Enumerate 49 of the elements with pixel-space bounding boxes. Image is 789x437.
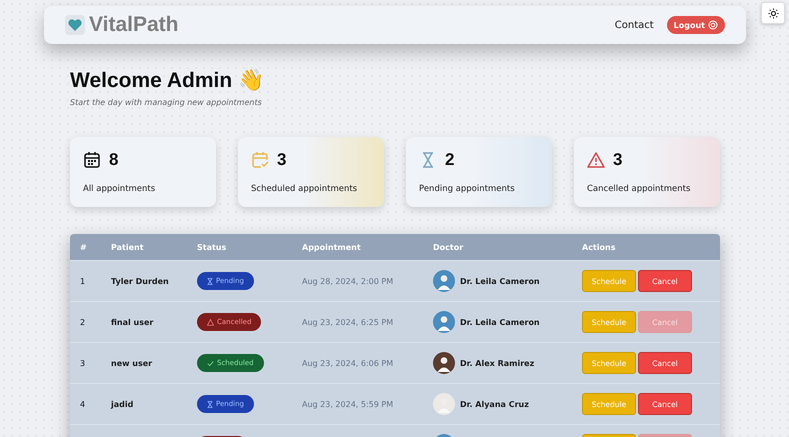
doctor-name: Dr. Leila Cameron	[460, 318, 540, 326]
appointment-time: Aug 23, 2024, 6:25 PM	[302, 318, 394, 326]
column-header: Actions	[581, 242, 616, 252]
theme-toggle-button[interactable]	[761, 2, 785, 24]
doctor-name: Dr. Leila Cameron	[460, 276, 540, 286]
doctor-name: Dr. Alyana Cruz	[460, 400, 529, 408]
welcome-subtitle: Start the day with managing new appointments	[70, 98, 263, 107]
stat-label: All appointments	[83, 184, 156, 194]
nav-link[interactable]: Contact	[614, 20, 654, 30]
doctor-name: Dr. Alex Ramirez	[460, 358, 534, 368]
column-header: Patient	[110, 242, 145, 252]
patient-name: final user	[111, 318, 154, 326]
appointment-time: Aug 23, 2024, 6:06 PM	[302, 358, 394, 368]
heart-logo-icon	[65, 15, 85, 35]
column-header: #	[79, 242, 88, 252]
doctor-avatar	[433, 393, 455, 415]
welcome-heading: Welcome Admin 👋	[70, 68, 266, 93]
warning-icon	[587, 151, 605, 169]
appointment-time: Aug 23, 2024, 5:59 PM	[302, 400, 394, 408]
calendar-check-icon	[251, 151, 269, 169]
check-icon	[207, 360, 214, 366]
column-header: Doctor	[432, 242, 464, 252]
stat-label: Scheduled appointments	[251, 184, 358, 194]
stat-count: 3	[613, 150, 622, 170]
row-number: 1	[80, 276, 86, 286]
patient-name: jadid	[111, 400, 134, 408]
doctor-avatar	[433, 270, 455, 292]
stat-count: 8	[109, 150, 118, 170]
patient-name: new user	[111, 358, 152, 368]
row-number: 3	[80, 358, 86, 368]
hourglass-icon	[207, 278, 213, 284]
doctor-avatar	[433, 352, 455, 374]
row-number: 2	[80, 318, 86, 326]
appointment-time: Aug 28, 2024, 2:00 PM	[302, 276, 394, 286]
stat-label: Pending appointments	[419, 184, 516, 194]
hourglass-icon	[207, 400, 213, 408]
stat-label: Cancelled appointments	[587, 184, 692, 194]
column-header: Appointment	[301, 242, 362, 252]
sun-icon	[768, 8, 778, 18]
row-number: 4	[80, 400, 86, 408]
logout-button[interactable]: Logout	[666, 16, 725, 34]
warning-icon	[207, 318, 214, 326]
column-header: Status	[196, 242, 228, 252]
calendar-icon	[83, 151, 101, 169]
patient-name: Tyler Durden	[111, 276, 169, 286]
brand-name: VitalPath	[89, 13, 178, 37]
doctor-avatar	[433, 311, 455, 333]
stat-count: 3	[277, 150, 286, 170]
stat-count: 2	[445, 150, 454, 170]
